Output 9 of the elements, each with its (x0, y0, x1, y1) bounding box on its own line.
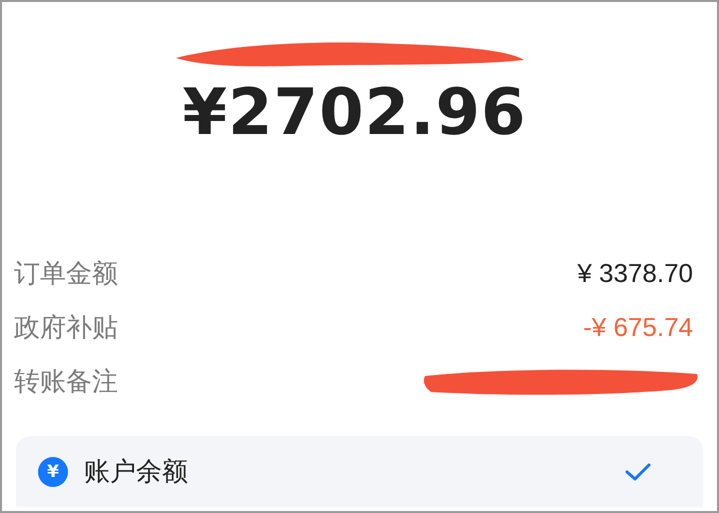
detail-value: -¥ 675.74 (583, 312, 693, 342)
payment-method-label: 账户余额 (84, 456, 189, 489)
detail-value: ¥ 3378.70 (577, 258, 693, 288)
detail-label: 订单金额 (14, 258, 118, 290)
detail-label: 转账备注 (14, 366, 118, 398)
balance-icon: ¥ (38, 456, 68, 486)
payment-amount: ¥2702.96 (182, 76, 527, 150)
payment-method-option[interactable]: ¥ 账户余额 (16, 436, 703, 507)
detail-label: 政府补贴 (14, 312, 118, 344)
